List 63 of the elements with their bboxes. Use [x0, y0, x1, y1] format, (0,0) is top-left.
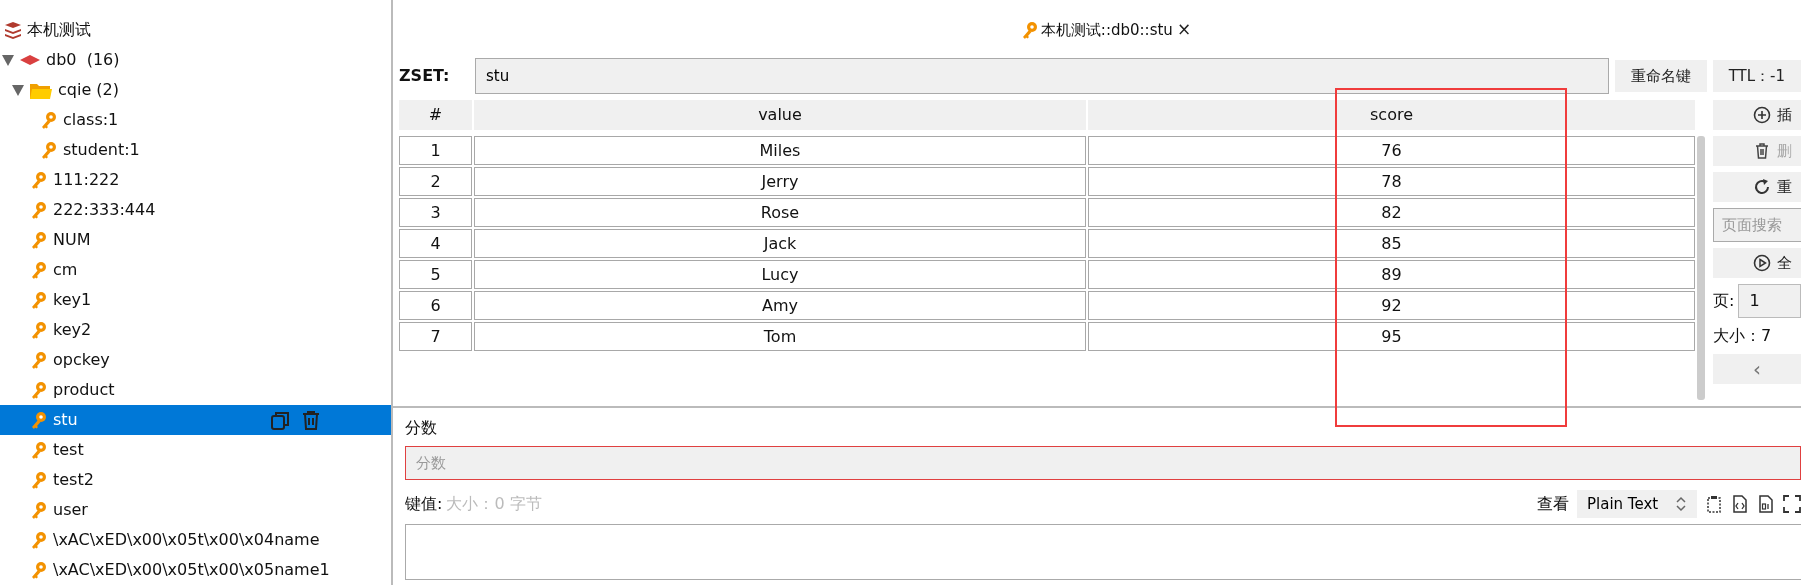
- tab-title[interactable]: 本机测试::db0::stu: [1040, 18, 1173, 41]
- tree-item[interactable]: class:1: [63, 108, 119, 132]
- page-field[interactable]: 1: [1738, 284, 1801, 318]
- tree-item[interactable]: product: [53, 378, 115, 402]
- column-header[interactable]: score: [1088, 100, 1695, 130]
- table-cell: 2: [399, 167, 472, 196]
- tree-item[interactable]: cm: [53, 258, 78, 282]
- tree-item[interactable]: test2: [53, 468, 94, 492]
- score-field[interactable]: 分数: [405, 446, 1801, 480]
- load-all-button[interactable]: 全: [1713, 248, 1801, 278]
- column-header[interactable]: #: [399, 100, 472, 130]
- tree-item[interactable]: key2: [53, 318, 92, 342]
- tree-item[interactable]: NUM: [53, 228, 91, 252]
- table-cell: 89: [1088, 260, 1695, 289]
- table-cell: 76: [1088, 136, 1695, 165]
- tree-item[interactable]: \xAC\xED\x00\x05t\x00\x04name: [53, 528, 320, 552]
- reload-button[interactable]: 重: [1713, 172, 1801, 202]
- tree-item[interactable]: student:1: [63, 138, 140, 162]
- tree-item[interactable]: db0 (16): [46, 48, 120, 72]
- connection-name[interactable]: 本机测试: [27, 18, 91, 42]
- table-cell: 82: [1088, 198, 1695, 227]
- table-cell: Jack: [474, 229, 1086, 258]
- table-cell: Miles: [474, 136, 1086, 165]
- table-cell: 6: [399, 291, 472, 320]
- table-cell: Amy: [474, 291, 1086, 320]
- value-label: 键值:: [405, 493, 443, 515]
- column-header[interactable]: value: [474, 100, 1086, 130]
- size-hint: 大小：0 字节: [446, 493, 542, 515]
- rename-button[interactable]: 重命名键: [1614, 60, 1707, 92]
- table-cell: 5: [399, 260, 472, 289]
- view-label: 查看: [1537, 493, 1569, 515]
- view-mode-select[interactable]: Plain Text: [1577, 490, 1697, 518]
- tree-item[interactable]: key1: [53, 288, 92, 312]
- table-cell: 78: [1088, 167, 1695, 196]
- table-cell: 4: [399, 229, 472, 258]
- tree-item[interactable]: user: [53, 498, 88, 522]
- tree-item[interactable]: \xAC\xED\x00\x05t\x00\x05name1: [53, 558, 330, 582]
- tree-item[interactable]: test: [53, 438, 84, 462]
- previous-page-button[interactable]: ‹: [1713, 354, 1801, 384]
- table-cell: Tom: [474, 322, 1086, 351]
- search-field[interactable]: 页面搜索: [1713, 208, 1801, 242]
- table-cell: Jerry: [474, 167, 1086, 196]
- ttl-button[interactable]: TTL：-1: [1712, 60, 1801, 92]
- table-cell: 7: [399, 322, 472, 351]
- tree-item[interactable]: opckey: [53, 348, 110, 372]
- tree-item[interactable]: 111:222: [53, 168, 120, 192]
- table-cell: Lucy: [474, 260, 1086, 289]
- key-type-label: ZSET:: [399, 65, 451, 87]
- key-name-field[interactable]: stu: [475, 58, 1609, 94]
- size-text: 大小：7: [1713, 325, 1773, 347]
- tree-item[interactable]: stu: [53, 408, 78, 432]
- tree-item[interactable]: cqie (2): [58, 78, 119, 102]
- table-cell: 95: [1088, 322, 1695, 351]
- add-button[interactable]: 插: [1713, 100, 1801, 130]
- table-cell: 1: [399, 136, 472, 165]
- close-button[interactable]: ×: [1174, 21, 1194, 39]
- table-cell: 85: [1088, 229, 1695, 258]
- table-cell: 3: [399, 198, 472, 227]
- table-cell: Rose: [474, 198, 1086, 227]
- tree-item[interactable]: 222:333:444: [53, 198, 156, 222]
- table-cell: 92: [1088, 291, 1695, 320]
- field-label: 分数: [405, 417, 438, 439]
- page-label: 页:: [1713, 290, 1735, 312]
